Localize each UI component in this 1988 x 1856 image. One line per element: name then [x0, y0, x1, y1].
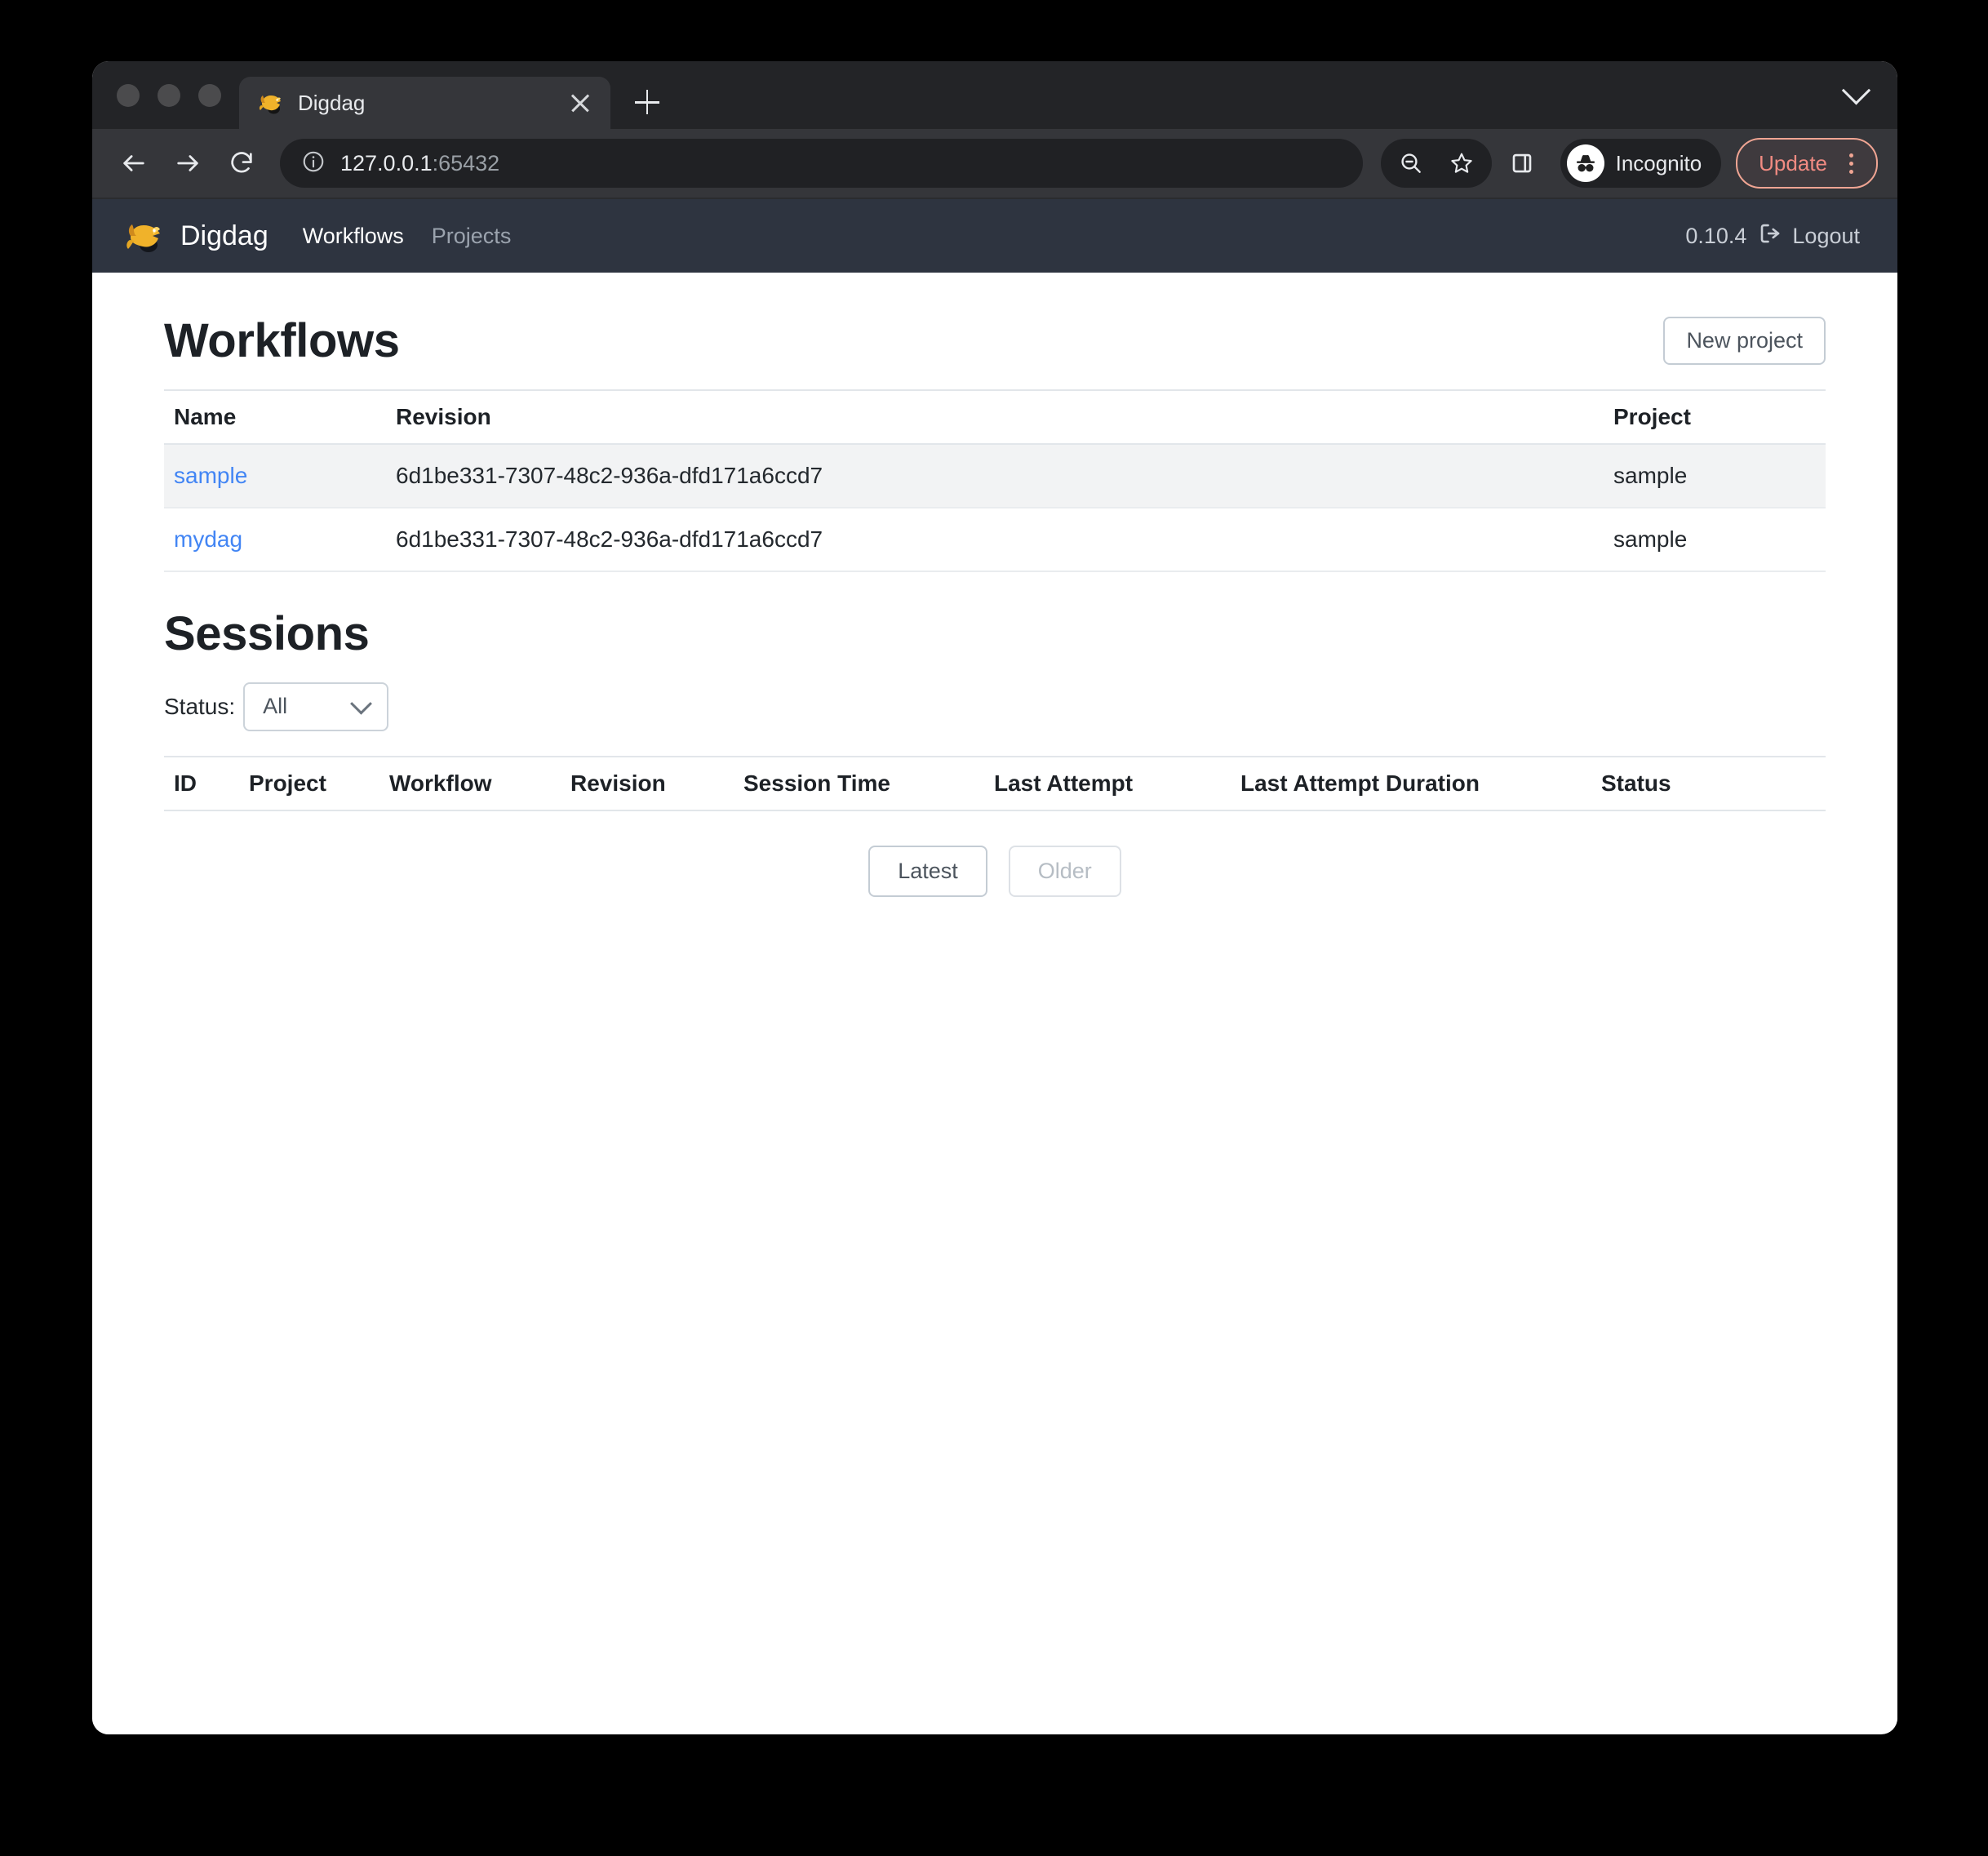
workflows-title: Workflows: [164, 314, 400, 367]
address-bar[interactable]: 127.0.0.1:65432: [280, 139, 1363, 188]
table-header-row: Name Revision Project: [164, 389, 1826, 445]
logout-button[interactable]: Logout: [1758, 221, 1860, 251]
table-row[interactable]: sample 6d1be331-7307-48c2-936a-dfd171a6c…: [164, 444, 1826, 508]
brand[interactable]: Digdag: [123, 217, 268, 255]
navbar-links: Workflows Projects: [303, 224, 512, 249]
column-header-session-time[interactable]: Session Time: [734, 755, 984, 811]
omnibox-action-group: [1380, 139, 1492, 188]
new-project-button[interactable]: New project: [1663, 317, 1826, 365]
column-header-project[interactable]: Project: [239, 755, 379, 811]
page-viewport: Digdag Workflows Projects 0.10.4 Logout …: [92, 199, 1897, 1733]
sessions-status-filter: Status: All Success Failure Running Plan…: [164, 682, 1826, 731]
star-icon[interactable]: [1436, 139, 1487, 188]
status-filter-label: Status:: [164, 693, 236, 719]
column-header-name[interactable]: Name: [164, 389, 386, 445]
browser-window: Digdag 127.0.0.1:65432 Incognito Update …: [92, 61, 1897, 1734]
kebab-menu-icon[interactable]: [1839, 145, 1863, 181]
sessions-table-head: ID Project Workflow Revision Session Tim…: [164, 755, 1826, 811]
incognito-icon: [1566, 144, 1604, 182]
tab-strip-spacer: [672, 61, 1827, 129]
digdag-logo-icon: [257, 89, 285, 117]
brand-name: Digdag: [180, 220, 268, 251]
update-button[interactable]: Update: [1736, 138, 1878, 189]
column-header-revision[interactable]: Revision: [561, 755, 734, 811]
app-navbar: Digdag Workflows Projects 0.10.4 Logout: [92, 199, 1897, 273]
workflows-table-body: sample 6d1be331-7307-48c2-936a-dfd171a6c…: [164, 444, 1826, 572]
address-bar-url: 127.0.0.1:65432: [340, 150, 500, 175]
table-row[interactable]: mydag 6d1be331-7307-48c2-936a-dfd171a6cc…: [164, 508, 1826, 572]
minimize-window-button[interactable]: [158, 83, 180, 107]
sessions-table: ID Project Workflow Revision Session Tim…: [164, 755, 1826, 811]
sessions-title: Sessions: [164, 607, 370, 660]
workflow-name-cell: sample: [164, 444, 386, 508]
new-tab-button[interactable]: [622, 77, 672, 127]
workflow-project-cell: sample: [1604, 508, 1826, 572]
browser-tab-digdag[interactable]: Digdag: [239, 77, 610, 129]
incognito-profile-button[interactable]: Incognito: [1560, 139, 1722, 188]
page-content: Workflows New project Name Revision Proj…: [122, 273, 1868, 897]
version-label: 0.10.4: [1685, 223, 1747, 248]
workflows-section-header: Workflows New project: [164, 287, 1826, 389]
sessions-pager: Latest Older: [164, 845, 1826, 897]
column-header-id[interactable]: ID: [164, 755, 239, 811]
older-page-button[interactable]: Older: [1008, 845, 1121, 897]
column-header-last-attempt-duration[interactable]: Last Attempt Duration: [1231, 755, 1591, 811]
maximize-window-button[interactable]: [198, 83, 221, 107]
zoom-out-icon[interactable]: [1386, 139, 1436, 188]
status-select[interactable]: All Success Failure Running Planned: [243, 682, 389, 731]
tab-search-chevron-icon[interactable]: [1827, 61, 1884, 129]
status-select-wrapper: All Success Failure Running Planned: [243, 682, 389, 731]
browser-toolbar: 127.0.0.1:65432 Incognito Update: [92, 129, 1897, 199]
side-panel-icon[interactable]: [1495, 139, 1549, 188]
column-header-status[interactable]: Status: [1591, 755, 1826, 811]
reload-icon[interactable]: [216, 138, 267, 189]
column-header-last-attempt[interactable]: Last Attempt: [984, 755, 1231, 811]
logout-label: Logout: [1792, 223, 1860, 248]
browser-tab-title: Digdag: [298, 90, 366, 115]
column-header-project[interactable]: Project: [1604, 389, 1826, 445]
incognito-label: Incognito: [1615, 150, 1702, 175]
digdag-logo-icon: [123, 217, 166, 255]
workflow-link-mydag[interactable]: mydag: [174, 526, 242, 552]
logout-icon: [1758, 221, 1782, 251]
workflows-table: Name Revision Project sample 6d1be331-73…: [164, 389, 1826, 572]
table-header-row: ID Project Workflow Revision Session Tim…: [164, 755, 1826, 811]
navbar-right: 0.10.4 Logout: [1685, 221, 1860, 251]
column-header-revision[interactable]: Revision: [386, 389, 1604, 445]
workflow-project-cell: sample: [1604, 444, 1826, 508]
nav-link-projects[interactable]: Projects: [432, 224, 512, 249]
forward-arrow-icon[interactable]: [162, 138, 213, 189]
workflow-revision-cell: 6d1be331-7307-48c2-936a-dfd171a6ccd7: [386, 508, 1604, 572]
latest-page-button[interactable]: Latest: [868, 845, 987, 897]
workflow-revision-cell: 6d1be331-7307-48c2-936a-dfd171a6ccd7: [386, 444, 1604, 508]
workflow-link-sample[interactable]: sample: [174, 463, 247, 488]
back-arrow-icon[interactable]: [109, 138, 159, 189]
column-header-workflow[interactable]: Workflow: [379, 755, 561, 811]
tab-strip: Digdag: [92, 61, 1897, 129]
window-traffic-lights: [92, 61, 239, 129]
close-window-button[interactable]: [117, 83, 140, 107]
workflows-table-head: Name Revision Project: [164, 389, 1826, 445]
workflow-name-cell: mydag: [164, 508, 386, 572]
close-tab-icon[interactable]: [566, 89, 594, 117]
update-label: Update: [1759, 150, 1827, 175]
site-info-icon[interactable]: [301, 149, 326, 178]
page-container: Workflows New project Name Revision Proj…: [122, 273, 1868, 897]
nav-link-workflows[interactable]: Workflows: [303, 224, 404, 249]
